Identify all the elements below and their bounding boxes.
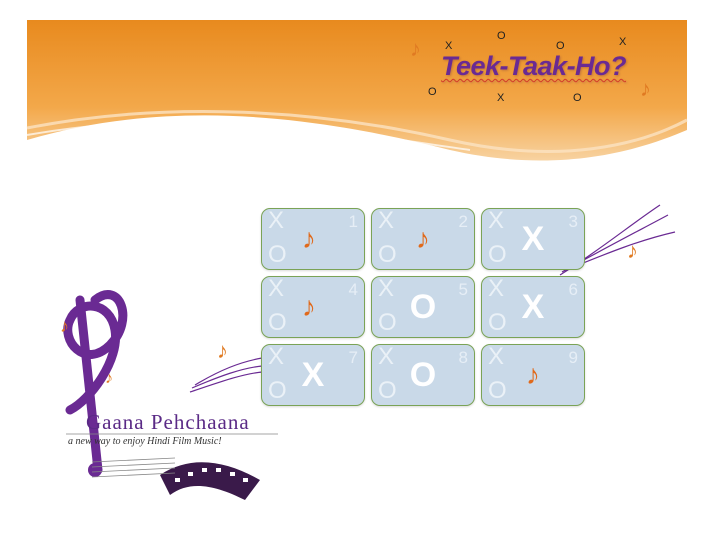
scatter-mark: O [556,40,565,52]
logo-name: Gaana Pehchaana [86,410,250,434]
scatter-mark: X [445,40,453,52]
page-title: Teek-Taak-Ho? [441,51,627,81]
cell-mark: X [301,355,325,394]
scatter-mark: O [497,30,506,42]
music-note-icon: ♪ [60,316,69,336]
cell-mark: O [409,355,437,394]
music-note-icon: ♪ [526,359,540,390]
scatter-mark: O [428,86,437,98]
logo-tagline: a new way to enjoy Hindi Film Music! [68,436,222,447]
board-cell-5[interactable]: X O 5 O [371,276,475,338]
cell-mark: O [409,287,437,326]
music-note-icon: ♪ [302,291,316,322]
board-cell-6[interactable]: X O 6 X [481,276,585,338]
board-cell-3[interactable]: X O 3 X [481,208,585,270]
music-note-icon: ♪ [416,223,430,254]
music-note-icon: ♪ [640,76,651,101]
film-strip-icon [160,462,260,500]
game-board: X O 1 ♪ X O 2 ♪ X O 3 X X O 4 ♪ X O 5 O [261,208,585,406]
treble-clef-icon [63,290,128,477]
music-note-icon: ♪ [302,223,316,254]
scatter-mark: O [573,92,582,104]
board-cell-1[interactable]: X O 1 ♪ [261,208,365,270]
cell-mark: X [521,219,545,258]
music-note-icon: ♪ [410,36,421,61]
music-note-icon: ♪ [217,338,228,363]
scatter-mark: X [619,36,627,48]
music-note-icon: ♪ [627,238,638,263]
music-note-icon: ♪ [105,370,113,387]
board-cell-7[interactable]: X O 7 X [261,344,365,406]
board-cell-2[interactable]: X O 2 ♪ [371,208,475,270]
board-cell-8[interactable]: X O 8 O [371,344,475,406]
scatter-mark: X [497,92,505,104]
slide: Teek-Taak-Ho? X O O X O X O ♪ ♪ ♪ ♪ ♪ ♪ … [0,0,713,551]
board-cell-9[interactable]: X O 9 ♪ [481,344,585,406]
board-cell-4[interactable]: X O 4 ♪ [261,276,365,338]
cell-mark: X [521,287,545,326]
